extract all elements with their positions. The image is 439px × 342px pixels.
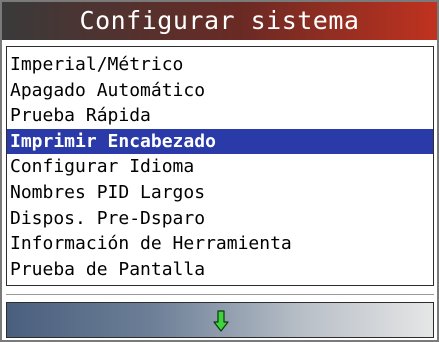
menu-item-auto-power-off[interactable]: Apagado Automático [7,78,433,104]
divider [6,294,434,295]
menu-item-long-pid-names[interactable]: Nombres PID Largos [7,180,433,206]
menu-item-quick-test[interactable]: Prueba Rápida [7,103,433,129]
menu-item-set-language[interactable]: Configurar Idioma [7,154,433,180]
menu-item-print-header[interactable]: Imprimir Encabezado [7,128,433,155]
menu-item-pre-trigger[interactable]: Dispos. Pre-Dsparo [7,206,433,232]
screen-title: Configurar sistema [2,2,437,40]
arrow-down-icon[interactable] [213,310,229,332]
menu-items: Imperial/Métrico Apagado Automático Prue… [7,52,433,282]
menu-item-imperial-metric[interactable]: Imperial/Métrico [7,52,433,78]
status-bar [6,302,434,338]
device-screen: Configurar sistema Imperial/Métrico Apag… [0,0,439,342]
menu-item-display-test[interactable]: Prueba de Pantalla [7,257,433,283]
menu-list: Imperial/Métrico Apagado Automático Prue… [6,46,434,286]
menu-item-tool-information[interactable]: Información de Herramienta [7,231,433,257]
